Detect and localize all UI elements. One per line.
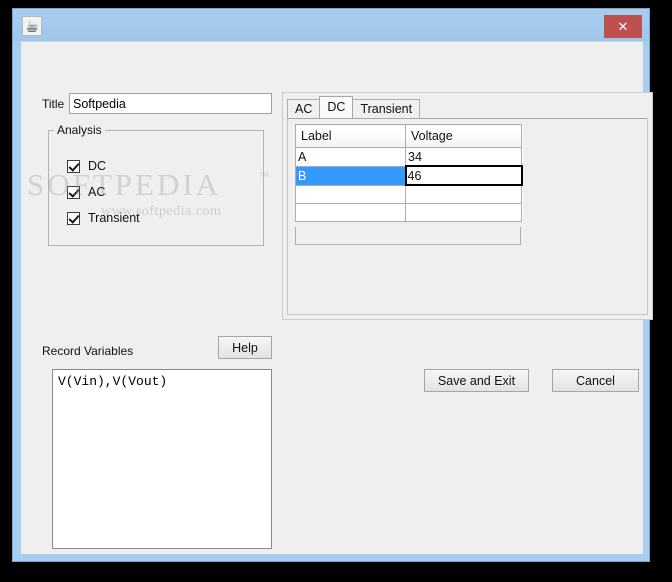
help-button[interactable]: Help: [218, 336, 272, 359]
title-bar[interactable]: ✕: [13, 9, 649, 41]
cancel-button[interactable]: Cancel: [552, 369, 639, 392]
checkbox-label-dc: DC: [88, 159, 107, 173]
column-header-voltage[interactable]: Voltage: [405, 124, 522, 148]
checkbox-transient[interactable]: [67, 211, 80, 225]
tab-transient[interactable]: Transient: [352, 99, 421, 118]
checkbox-row-ac[interactable]: AC: [67, 184, 105, 200]
save-and-exit-button[interactable]: Save and Exit: [424, 369, 529, 392]
dc-voltage-table[interactable]: Label Voltage A 34 B 46: [295, 124, 523, 222]
checkbox-label-ac: AC: [88, 185, 106, 199]
table-row[interactable]: [295, 203, 522, 222]
dialog-client-area: SOFTPEDIA ™ www.softpedia.com Title Anal…: [21, 41, 653, 554]
table-footer-strip: [295, 227, 521, 245]
analysis-group-label: Analysis: [54, 123, 105, 137]
checkbox-row-transient[interactable]: Transient: [67, 210, 140, 226]
cell-voltage-4[interactable]: [405, 203, 522, 222]
cell-label-2[interactable]: B: [295, 165, 406, 186]
record-variables-label: Record Variables: [42, 344, 134, 358]
cell-voltage-2[interactable]: 46: [404, 165, 523, 186]
cell-label-4[interactable]: [295, 203, 406, 222]
table-header-row: Label Voltage: [295, 124, 522, 148]
title-input[interactable]: [69, 93, 272, 114]
analysis-tabbed-pane: AC DC Transient Label Voltage A 34 B 46: [282, 92, 653, 320]
tab-ac[interactable]: AC: [287, 99, 321, 118]
cell-label-3[interactable]: [295, 184, 406, 204]
table-row[interactable]: B 46: [295, 165, 523, 186]
table-row[interactable]: [295, 184, 522, 204]
record-variables-textarea[interactable]: [52, 369, 272, 549]
checkbox-ac[interactable]: [67, 185, 80, 199]
close-window-button[interactable]: ✕: [604, 15, 642, 38]
checkbox-row-dc[interactable]: DC: [67, 158, 106, 174]
column-header-label[interactable]: Label: [295, 124, 406, 148]
application-window: ✕ SOFTPEDIA ™ www.softpedia.com Title An…: [12, 8, 653, 562]
title-field-label: Title: [42, 97, 65, 111]
tab-strip: AC DC Transient: [287, 96, 421, 118]
cell-voltage-3[interactable]: [405, 184, 522, 204]
cell-voltage-1[interactable]: 34: [405, 147, 522, 167]
checkbox-dc[interactable]: [67, 159, 80, 173]
tab-dc[interactable]: DC: [319, 96, 354, 118]
table-row[interactable]: A 34: [295, 147, 522, 167]
java-coffee-cup-icon[interactable]: [22, 16, 42, 36]
checkbox-label-transient: Transient: [88, 211, 140, 225]
cell-label-1[interactable]: A: [295, 147, 406, 167]
tab-panel-dc: Label Voltage A 34 B 46: [287, 118, 648, 315]
